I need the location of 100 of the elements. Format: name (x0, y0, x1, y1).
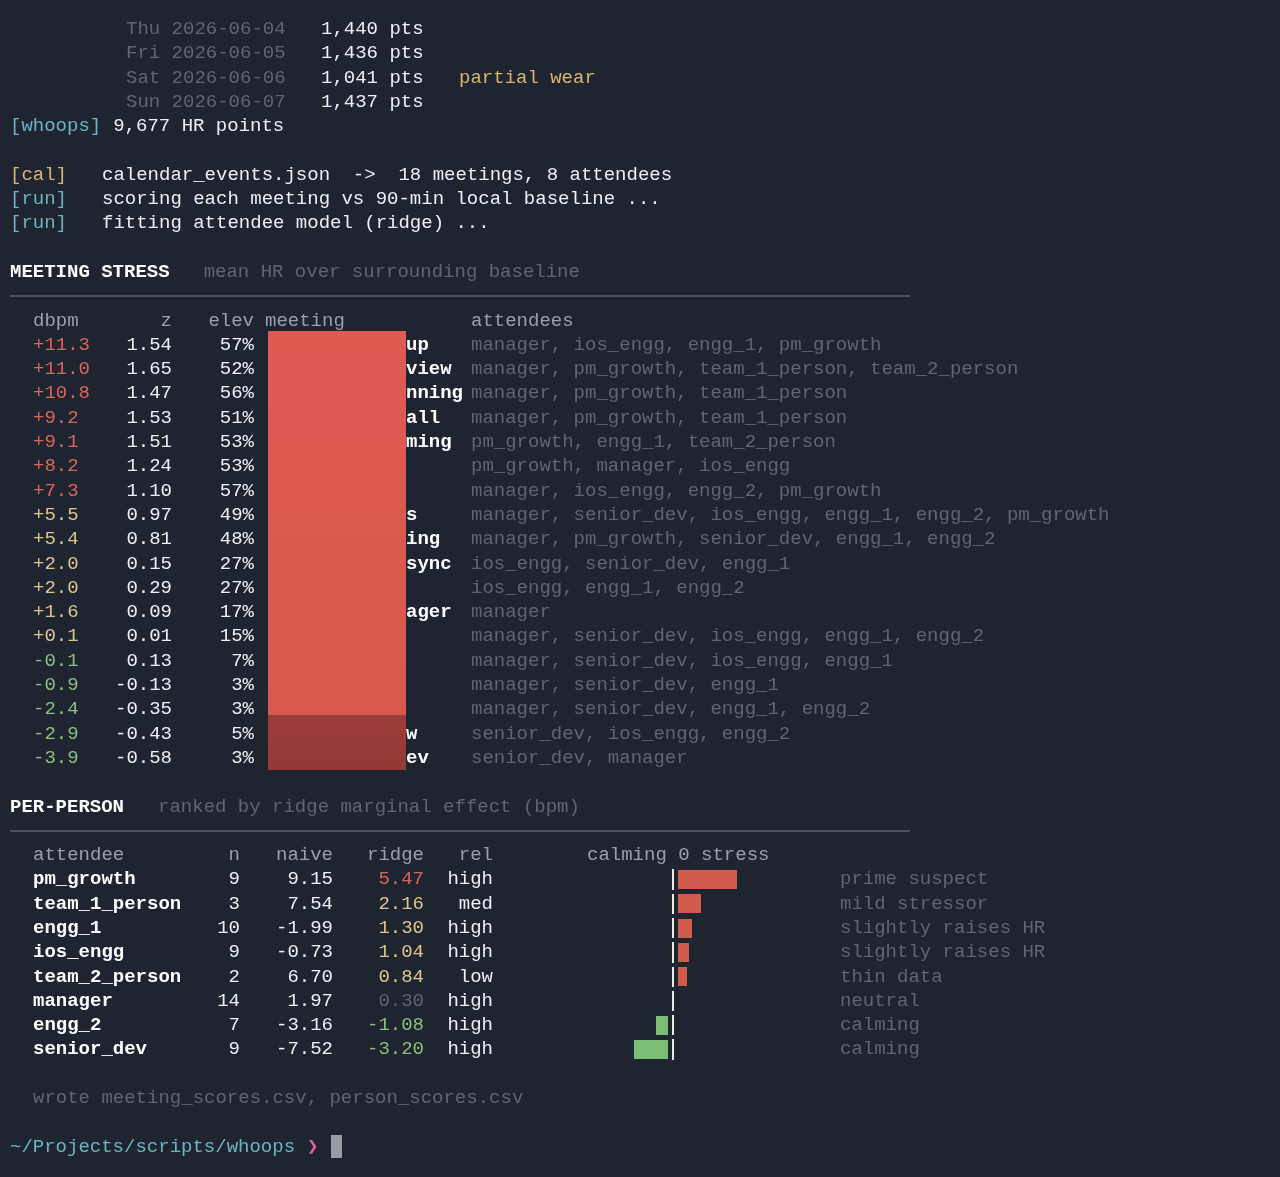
date-text: Sat 2026-06-06 (126, 65, 287, 90)
meeting-name: up (405, 332, 430, 358)
log-text: scoring each meeting vs 90-min local baseline ... (102, 187, 661, 212)
delta-value: -0.1 (33, 648, 80, 673)
elevation-value: 15% (218, 624, 254, 649)
column-header: meeting (264, 308, 346, 333)
stress-bar (678, 942, 689, 962)
delta-value: +0.1 (33, 624, 80, 649)
z-value: 1.10 (125, 478, 172, 503)
naive-value: 9.15 (286, 867, 333, 892)
delta-value: -2.4 (33, 697, 80, 722)
prompt-symbol: ❯ (307, 1134, 319, 1159)
verdict-text: calming (840, 1013, 921, 1038)
zero-axis (672, 918, 674, 939)
attendee-name: team_1_person (33, 891, 183, 916)
column-header: dbpm (33, 308, 80, 333)
attendee-list: ios_engg, senior_dev, engg_1 (471, 551, 1270, 576)
verdict-text: mild stressor (840, 891, 990, 916)
naive-value: 7.54 (286, 891, 333, 916)
count-value: 9 (227, 940, 240, 965)
attendee-name: ios_engg (33, 940, 126, 965)
delta-value: +2.0 (33, 575, 80, 601)
attendee-list: manager, pm_growth, team_1_person (471, 381, 1270, 406)
log-text: 9,677 HR points (113, 114, 285, 139)
delta-value: +11.3 (33, 332, 91, 358)
attendee-list: senior_dev, ios_engg, engg_2 (471, 721, 1270, 746)
meeting-name: w (405, 721, 419, 746)
delta-value: +10.8 (33, 381, 91, 406)
section-subtitle: ranked by ridge marginal effect (bpm) (158, 794, 580, 819)
date-text: Sun 2026-06-07 (126, 89, 287, 115)
column-header: rel (457, 843, 493, 868)
z-value: -0.13 (114, 673, 172, 698)
text-cursor (330, 1135, 342, 1159)
count-value: 2 (227, 964, 240, 989)
naive-value: -0.73 (275, 940, 333, 965)
delta-value: +9.1 (33, 430, 80, 455)
elevation-value: 3% (230, 745, 254, 771)
elevation-value: 48% (218, 527, 254, 552)
elevation-value: 3% (230, 673, 254, 698)
attendee-name: team_2_person (33, 964, 183, 989)
log-tag: [cal] (10, 162, 90, 188)
reliability-value: low (457, 964, 493, 989)
z-value: 0.97 (125, 502, 172, 528)
elevation-value: 52% (218, 357, 254, 382)
ridge-value: 1.04 (377, 940, 424, 965)
meeting-name: ev (405, 745, 430, 771)
delta-value: +5.4 (33, 527, 80, 552)
attendee-list: manager, senior_dev, ios_engg, engg_1 (471, 648, 1270, 673)
z-value: -0.35 (114, 697, 172, 722)
verdict-text: neutral (840, 988, 921, 1014)
elevation-value: 17% (218, 600, 254, 625)
delta-value: -3.9 (33, 745, 80, 771)
attendee-name: senior_dev (33, 1037, 149, 1062)
elevation-value: 49% (218, 502, 254, 528)
points-text: 1,041 pts (321, 65, 425, 90)
note-text: partial wear (459, 65, 596, 90)
zero-axis (672, 966, 674, 987)
ridge-value: 0.84 (377, 964, 424, 989)
naive-value: -3.16 (275, 1013, 333, 1038)
verdict-text: calming (840, 1037, 921, 1062)
log-tag: [whoops] (10, 114, 102, 139)
z-value: 1.24 (125, 454, 172, 479)
elevation-value: 27% (218, 575, 254, 601)
count-value: 9 (227, 867, 240, 892)
status-message: wrote meeting_scores.csv, person_scores.csv (33, 1086, 524, 1111)
zero-axis (672, 1015, 674, 1036)
z-value: 0.15 (125, 551, 172, 576)
meeting-name: s (405, 502, 419, 528)
column-header: elev (207, 308, 254, 333)
delta-value: +7.3 (33, 478, 80, 503)
zero-axis (672, 990, 674, 1012)
attendee-list: ios_engg, engg_1, engg_2 (471, 575, 1270, 601)
attendee-name: manager (33, 988, 114, 1014)
elevation-value: 27% (218, 551, 254, 576)
attendee-list: pm_growth, engg_1, team_2_person (471, 430, 1270, 455)
zero-axis (672, 869, 674, 890)
elevation-value: 53% (218, 430, 254, 455)
z-value: 0.01 (125, 624, 172, 649)
z-value: 1.54 (125, 332, 172, 358)
stress-bar (678, 918, 692, 938)
meeting-name: nning (405, 381, 464, 406)
verdict-text: slightly raises HR (840, 916, 1047, 941)
stress-bar (678, 870, 737, 890)
verdict-text: slightly raises HR (840, 940, 1047, 965)
elevation-value: 57% (218, 332, 254, 358)
count-value: 14 (216, 988, 240, 1014)
calming-bar (634, 1040, 668, 1060)
meeting-name: ing (405, 527, 442, 552)
attendee-list: manager, pm_growth, team_1_person, team_2_person (471, 357, 1270, 382)
elevation-value: 57% (218, 478, 254, 503)
verdict-text: thin data (840, 964, 944, 989)
attendee-list: manager, senior_dev, ios_engg, engg_1, engg_2 (471, 624, 1270, 649)
elevation-value: 5% (230, 721, 254, 746)
attendee-list: manager, ios_engg, engg_2, pm_growth (471, 478, 1270, 503)
prompt-path: ~/Projects/scripts/whoops (10, 1134, 296, 1159)
delta-value: +2.0 (33, 551, 80, 576)
attendee-list: manager, senior_dev, ios_engg, engg_1, engg_2, pm_growth (471, 502, 1270, 528)
attendee-list: manager (471, 600, 1270, 625)
ridge-value: 2.16 (377, 891, 424, 916)
stress-bar (678, 894, 701, 914)
